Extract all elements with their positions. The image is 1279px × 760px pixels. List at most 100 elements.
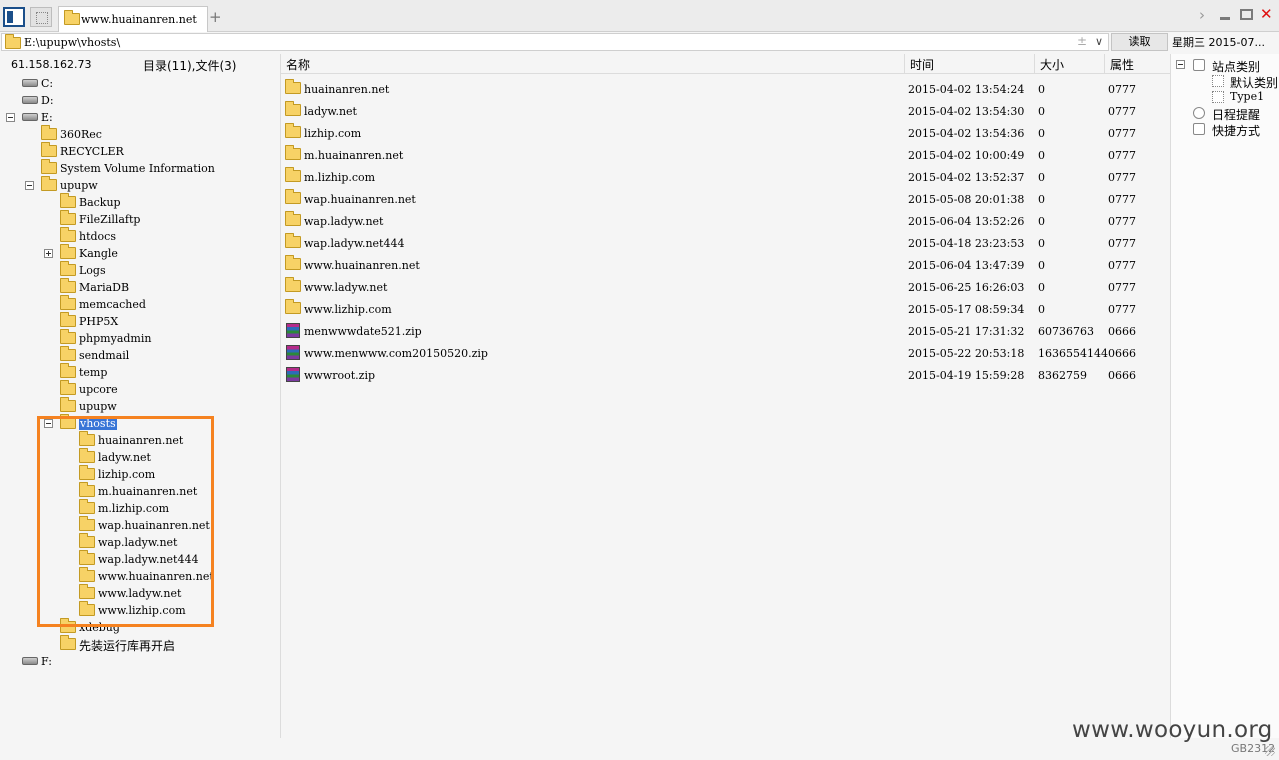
folder-icon: [79, 465, 95, 480]
folder-icon: [79, 584, 95, 599]
favorite-icon[interactable]: ±: [1077, 34, 1087, 48]
drive-icon: [22, 79, 38, 87]
archive-icon: [286, 367, 300, 382]
category-icon: [1193, 59, 1205, 71]
collapse-toggle[interactable]: [44, 419, 53, 428]
folder-icon: [41, 176, 57, 191]
folder-icon: [60, 380, 76, 395]
watermark: www.wooyun.org: [1072, 717, 1273, 743]
folder-icon: [60, 329, 76, 344]
file-row[interactable]: ladyw.net 2015-04-02 13:54:30 0 0777: [281, 100, 1170, 122]
folder-icon: [60, 346, 76, 361]
folder-icon: [285, 233, 301, 248]
collapse-toggle[interactable]: [6, 113, 15, 122]
folder-icon: [285, 167, 301, 182]
datetime-label: 星期三 2015-07...: [1172, 36, 1265, 49]
column-header: 名称 时间 大小 属性: [281, 54, 1170, 74]
tab-active[interactable]: www.huainanren.net: [58, 6, 208, 32]
file-row[interactable]: wap.ladyw.net 2015-06-04 13:52:26 0 0777: [281, 210, 1170, 232]
collapse-toggle[interactable]: [25, 181, 34, 190]
panel-toggle-icon[interactable]: [3, 7, 25, 27]
file-list: 名称 时间 大小 属性 huainanren.net 2015-04-02 13:…: [281, 54, 1170, 738]
resize-grip[interactable]: [1265, 746, 1275, 756]
folder-icon: [79, 499, 95, 514]
folder-icon: [60, 618, 76, 633]
file-row[interactable]: wap.huainanren.net 2015-05-08 20:01:38 0 07…: [281, 188, 1170, 210]
tab-bar: www.huainanren.net + › ✕: [0, 0, 1279, 32]
file-row[interactable]: wap.ladyw.net444 2015-04-18 23:23:53 0 0777: [281, 232, 1170, 254]
right-panel: 站点类别 默认类别 Type1 日程提醒 快捷方式: [1170, 54, 1279, 738]
folder-icon: [60, 295, 76, 310]
file-row[interactable]: www.huainanren.net 2015-06-04 13:47:39 0 07…: [281, 254, 1170, 276]
folder-icon: [60, 261, 76, 276]
file-row[interactable]: huainanren.net 2015-04-02 13:54:24 0 0777: [281, 78, 1170, 100]
folder-icon: [60, 227, 76, 242]
minimize-button[interactable]: [1219, 8, 1231, 22]
server-ip: 61.158.162.73: [11, 58, 92, 71]
directory-tree-panel: 61.158.162.73 目录(11),文件(3) C: D: E: 360R…: [0, 54, 281, 738]
folder-icon: [60, 397, 76, 412]
drive-icon: [22, 96, 38, 104]
maximize-button[interactable]: [1240, 9, 1253, 20]
tab-title: www.huainanren.net: [81, 13, 197, 26]
column-attr[interactable]: 属性: [1110, 56, 1134, 73]
close-button[interactable]: ✕: [1260, 5, 1273, 23]
collapse-toggle[interactable]: [1176, 60, 1185, 69]
folder-icon: [285, 101, 301, 116]
file-row[interactable]: m.lizhip.com 2015-04-02 13:52:37 0 0777: [281, 166, 1170, 188]
folder-icon: [285, 123, 301, 138]
file-row[interactable]: m.huainanren.net 2015-04-02 10:00:49 0 0777: [281, 144, 1170, 166]
folder-icon: [60, 244, 76, 259]
add-tab-button[interactable]: +: [209, 8, 222, 26]
chevron-down-icon[interactable]: ∨: [1095, 35, 1103, 48]
address-input[interactable]: E:\upupw\vhosts\ ± ∨: [1, 33, 1109, 51]
folder-icon: [60, 278, 76, 293]
folder-icon: [60, 363, 76, 378]
folder-icon: [79, 601, 95, 616]
folder-icon: [5, 34, 21, 49]
chevron-right-icon[interactable]: ›: [1199, 6, 1205, 24]
file-row[interactable]: lizhip.com 2015-04-02 13:54:36 0 0777: [281, 122, 1170, 144]
folder-icon: [285, 211, 301, 226]
drive-icon: [22, 657, 38, 665]
address-bar: E:\upupw\vhosts\ ± ∨ 读取 星期三 2015-07...: [0, 32, 1279, 52]
item-count: 目录(11),文件(3): [143, 59, 237, 73]
archive-icon: [286, 345, 300, 360]
drive-icon: [22, 113, 38, 121]
file-row[interactable]: wwwroot.zip 2015-04-19 15:59:28 8362759 066…: [281, 364, 1170, 386]
folder-icon: [285, 299, 301, 314]
folder-icon: [285, 189, 301, 204]
folder-icon: [285, 277, 301, 292]
hand-icon: [1193, 123, 1205, 135]
item-icon: [1212, 91, 1224, 103]
address-path: E:\upupw\vhosts\: [24, 36, 121, 49]
folder-icon: [60, 312, 76, 327]
folder-icon: [64, 10, 80, 25]
file-row[interactable]: www.menwww.com20150520.zip 2015-05-22 20:…: [281, 342, 1170, 364]
column-size[interactable]: 大小: [1040, 56, 1064, 73]
folder-icon: [79, 550, 95, 565]
blank-page-icon[interactable]: [30, 7, 52, 27]
clock-icon: [1193, 107, 1205, 119]
folder-icon: [79, 448, 95, 463]
folder-icon: [79, 533, 95, 548]
folder-icon: [285, 79, 301, 94]
file-row[interactable]: menwwwdate521.zip 2015-05-21 17:31:32 6073…: [281, 320, 1170, 342]
folder-icon: [60, 414, 76, 429]
folder-icon: [41, 159, 57, 174]
folder-icon: [60, 635, 76, 650]
folder-icon: [79, 516, 95, 531]
column-time[interactable]: 时间: [910, 56, 934, 73]
expand-toggle[interactable]: [44, 249, 53, 258]
folder-icon: [79, 431, 95, 446]
folder-icon: [285, 145, 301, 160]
folder-icon: [60, 210, 76, 225]
item-icon: [1212, 75, 1224, 87]
read-button[interactable]: 读取: [1111, 33, 1168, 51]
file-row[interactable]: www.lizhip.com 2015-05-17 08:59:34 0 0777: [281, 298, 1170, 320]
file-row[interactable]: www.ladyw.net 2015-06-25 16:26:03 0 0777: [281, 276, 1170, 298]
folder-icon: [285, 255, 301, 270]
folder-icon: [41, 142, 57, 157]
column-name[interactable]: 名称: [286, 56, 310, 73]
folder-icon: [79, 482, 95, 497]
